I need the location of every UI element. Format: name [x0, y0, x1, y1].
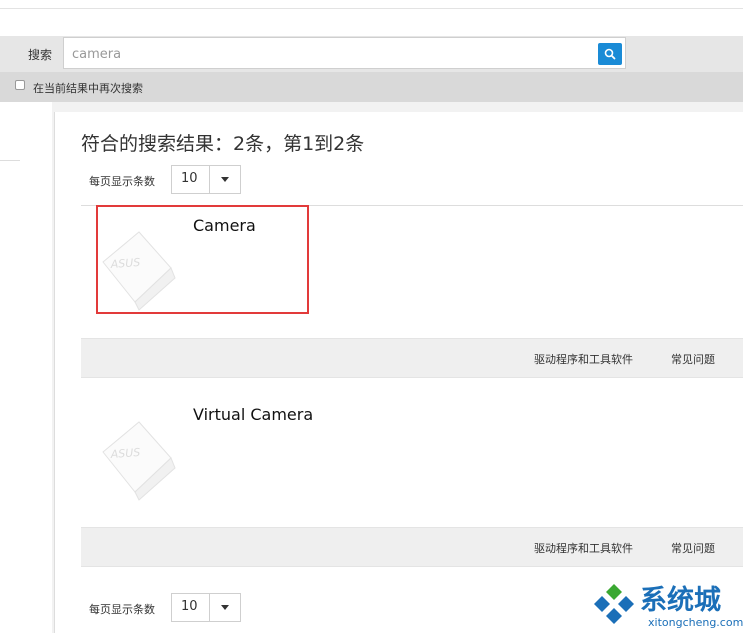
watermark-url: xitongcheng.com	[648, 616, 743, 629]
perpage-value: 10	[181, 599, 198, 614]
watermark-logo-icon	[594, 584, 634, 624]
caret-down-icon	[221, 177, 229, 182]
faq-link[interactable]: 常见问题	[671, 351, 715, 367]
svg-text:ASUS: ASUS	[109, 446, 140, 461]
product-links-bar: 驱动程序和工具软件 常见问题	[81, 338, 743, 378]
top-bar	[0, 0, 743, 36]
search-box	[63, 37, 626, 69]
left-sidebar	[0, 102, 52, 633]
perpage-label: 每页显示条数	[89, 175, 155, 188]
perpage-select[interactable]: 10	[171, 165, 241, 194]
results-summary: 符合的搜索结果：2条，第1到2条	[81, 133, 365, 155]
product-links-bar: 驱动程序和工具软件 常见问题	[81, 527, 743, 567]
laptop-image-icon: ASUS	[102, 421, 176, 501]
product-name-link[interactable]: Virtual Camera	[193, 405, 313, 424]
perpage-label: 每页显示条数	[89, 603, 155, 616]
perpage-value: 10	[181, 171, 198, 186]
caret-down-icon	[221, 605, 229, 610]
search-bar: 搜索	[0, 36, 743, 72]
perpage-select[interactable]: 10	[171, 593, 241, 622]
research-label: 在当前结果中再次搜索	[33, 82, 143, 95]
search-label: 搜索	[28, 48, 53, 62]
research-checkbox[interactable]	[15, 80, 25, 90]
watermark-text: 系统城	[640, 585, 721, 616]
search-icon	[604, 48, 616, 60]
drivers-link[interactable]: 驱动程序和工具软件	[534, 351, 633, 367]
product-thumbnail[interactable]: ASUS	[95, 408, 183, 502]
results-panel: 符合的搜索结果：2条，第1到2条 每页显示条数 10 ASUS Camera 驱…	[54, 112, 743, 633]
highlight-box	[96, 205, 309, 314]
search-input[interactable]	[70, 43, 594, 65]
search-button[interactable]	[598, 43, 622, 65]
research-bar: 在当前结果中再次搜索	[0, 72, 743, 102]
faq-link[interactable]: 常见问题	[671, 540, 715, 556]
watermark: 系统城 xitongcheng.com	[588, 578, 743, 633]
drivers-link[interactable]: 驱动程序和工具软件	[534, 540, 633, 556]
